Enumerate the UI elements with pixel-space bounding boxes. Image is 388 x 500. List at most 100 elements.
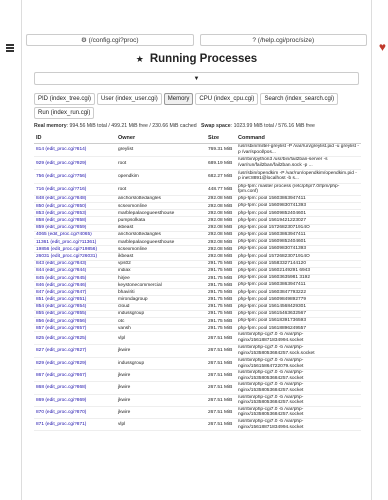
process-id-link[interactable]: 11361 (edit_proc.cgi?11361) xyxy=(34,238,116,247)
process-size: 291.75 MiB xyxy=(206,324,236,333)
tab-3[interactable]: CPU (index_cpu.cgi) xyxy=(195,93,259,105)
process-id-link[interactable]: 827 (edit_proc.cgi?827) xyxy=(34,344,116,359)
process-id-link[interactable]: 848 (edit_proc.cgi?848) xyxy=(34,195,116,204)
process-size: 292.08 MiB xyxy=(206,195,236,204)
table-row: 850 (edit_proc.cgi?850) scsexmonline 292.0… xyxy=(34,202,361,211)
process-command: php-fpm: pool 15619421223027 xyxy=(236,216,361,225)
process-id-link[interactable]: 851 (edit_proc.cgi?851) xyxy=(34,295,116,304)
process-size: 292.08 MiB xyxy=(206,231,236,239)
column-header-command[interactable]: Command xyxy=(236,133,361,144)
filter-icon: ▼ xyxy=(193,75,200,82)
process-id-link[interactable]: 845 (edit_proc.cgi?845) xyxy=(34,274,116,283)
process-size: 267.51 MiB xyxy=(206,406,236,419)
process-id-link[interactable]: 855 (edit_proc.cgi?855) xyxy=(34,310,116,319)
process-owner: ikbeast xyxy=(116,224,206,232)
process-owner: keystonecommercial xyxy=(116,281,206,290)
process-command: /usr/bin/php-cgi7.0 -b /var/php-nginx/15… xyxy=(236,331,361,345)
process-owner: ikbeast xyxy=(116,252,206,261)
process-size: 291.75 MiB xyxy=(206,260,236,268)
table-row: 870 (edit_proc.cgi?870) jkwire 267.51 MiB /… xyxy=(34,406,361,419)
process-id-link[interactable]: 929 (edit_proc.cgi?929) xyxy=(34,156,116,171)
process-id-link[interactable]: 844 (edit_proc.cgi?844) xyxy=(34,267,116,275)
process-id-link[interactable]: 869 (edit_proc.cgi?869) xyxy=(34,394,116,407)
process-id-link[interactable]: 26031 (edit_proc.cgi?26031) xyxy=(34,252,116,261)
process-command: /usr/bin/php-cgi7.0 -b /var/php-nginx/15… xyxy=(236,357,361,371)
tab-2[interactable]: Memory xyxy=(163,93,194,105)
table-row: 846 (edit_proc.cgi?846) keystonecommercia… xyxy=(34,281,361,290)
process-size: 291.75 MiB xyxy=(206,274,236,283)
table-row: 756 (edit_proc.cgi?756) opendkim 682.27 Mi… xyxy=(34,169,361,184)
table-row: 827 (edit_proc.cgi?827) jkwire 267.51 MiB /… xyxy=(34,344,361,359)
heart-icon[interactable]: ♥ xyxy=(379,40,386,54)
view-tabs: PID (index_tree.cgi) User (index_user.cgi… xyxy=(34,93,359,119)
process-id-link[interactable]: 853 (edit_proc.cgi?853) xyxy=(34,209,116,218)
swap-space-value: 1023.99 MiB total / 576.16 MiB free xyxy=(233,123,315,129)
process-owner: anchorslottedangles xyxy=(116,195,206,204)
table-row: 854 (edit_proc.cgi?854) cloud 291.75 MiB ph… xyxy=(34,303,361,311)
process-id-link[interactable]: 856 (edit_proc.cgi?856) xyxy=(34,317,116,326)
tab-4[interactable]: Search (index_search.cgi) xyxy=(260,93,339,105)
config-button[interactable]: ⚙ (/config.cgi?proc) xyxy=(26,34,194,46)
table-row: 853 (edit_proc.cgi?853) marblepalaceguees… xyxy=(34,209,361,218)
process-owner: indussgroup xyxy=(116,310,206,319)
process-owner: jkwire xyxy=(116,394,206,407)
process-command: /usr/sbin/milter-greylist -P /var/run/gr… xyxy=(236,143,361,157)
process-id-link[interactable]: 857 (edit_proc.cgi?857) xyxy=(34,324,116,333)
tab-0[interactable]: PID (index_tree.cgi) xyxy=(34,93,96,105)
process-id-link[interactable]: 867 (edit_proc.cgi?867) xyxy=(34,369,116,383)
table-row: 871 (edit_proc.cgi?871) vlpl 267.51 MiB/us… xyxy=(34,418,361,432)
process-command: php-fpm: pool 15609852404601 xyxy=(236,209,361,218)
table-row: 851 (edit_proc.cgi?851) mirondagroup 291.7… xyxy=(34,295,361,304)
column-header-size[interactable]: Size xyxy=(206,133,236,144)
process-id-link[interactable]: 19856 (edit_proc.cgi?19856) xyxy=(34,245,116,254)
process-owner: vlpl xyxy=(116,418,206,432)
filter-toggle-button[interactable]: ▼ xyxy=(34,72,359,85)
process-id-link[interactable]: 858 (edit_proc.cgi?858) xyxy=(34,216,116,225)
process-size: 291.75 MiB xyxy=(206,281,236,290)
column-header-owner[interactable]: Owner xyxy=(116,133,206,144)
process-command: php-fpm: pool 15615463632567 xyxy=(236,310,361,319)
process-id-link[interactable]: 847 (edit_proc.cgi?847) xyxy=(34,288,116,297)
main-frame: ⚙ (/config.cgi?proc) ? (/help.cgi/proc/s… xyxy=(21,0,372,500)
process-command: php-fpm: pool 15583327144120 xyxy=(236,260,361,268)
process-id-link[interactable]: 825 (edit_proc.cgi?825) xyxy=(34,331,116,345)
process-command: php-fpm: pool 15603847793222 xyxy=(236,288,361,297)
process-owner: anchorslottedangles xyxy=(116,231,206,239)
process-size: 292.08 MiB xyxy=(206,202,236,211)
table-row: 845 (edit_proc.cgi?845) hirjee 291.75 MiB p… xyxy=(34,274,361,283)
process-id-link[interactable]: 859 (edit_proc.cgi?859) xyxy=(34,224,116,232)
process-command: php-fpm: pool 15603863947411 xyxy=(236,231,361,239)
process-id-link[interactable]: 4065 (edit_proc.cgi?4065) xyxy=(34,231,116,239)
table-row: 867 (edit_proc.cgi?867) jkwire 267.51 MiB /… xyxy=(34,369,361,383)
process-id-link[interactable]: 716 (edit_proc.cgi?716) xyxy=(34,183,116,196)
process-id-link[interactable]: 829 (edit_proc.cgi?829) xyxy=(34,357,116,371)
table-row: 868 (edit_proc.cgi?868) jkwire 267.51 MiB /… xyxy=(34,381,361,395)
process-id-link[interactable]: 870 (edit_proc.cgi?870) xyxy=(34,406,116,419)
process-owner: jkwire xyxy=(116,344,206,359)
table-row: 859 (edit_proc.cgi?859) ikbeast 292.08 MiB… xyxy=(34,224,361,232)
sidebar-toggle-icon[interactable] xyxy=(6,44,14,52)
process-id-link[interactable]: 756 (edit_proc.cgi?756) xyxy=(34,169,116,184)
process-id-link[interactable]: 850 (edit_proc.cgi?850) xyxy=(34,202,116,211)
process-owner: jkwire xyxy=(116,369,206,383)
process-size: 292.08 MiB xyxy=(206,224,236,232)
process-id-link[interactable]: 846 (edit_proc.cgi?846) xyxy=(34,281,116,290)
process-command: /usr/bin/php-cgi7.0 -b /var/php-nginx/15… xyxy=(236,344,361,359)
process-owner: vansh xyxy=(116,324,206,333)
puzzle-icon: ★ xyxy=(135,53,144,64)
process-id-link[interactable]: 871 (edit_proc.cgi?871) xyxy=(34,418,116,432)
process-command: php-fpm: pool 15609830741393 xyxy=(236,245,361,254)
process-id-link[interactable]: 868 (edit_proc.cgi?868) xyxy=(34,381,116,395)
help-button[interactable]: ? (/help.cgi/proc/size) xyxy=(199,34,367,46)
process-id-link[interactable]: 854 (edit_proc.cgi?854) xyxy=(34,303,116,311)
table-row: 4065 (edit_proc.cgi?4065) anchorslottedan… xyxy=(34,231,361,239)
column-header-id[interactable]: ID xyxy=(34,133,116,144)
process-owner: vps02 xyxy=(116,260,206,268)
process-size: 267.51 MiB xyxy=(206,357,236,371)
process-id-link[interactable]: 814 (edit_proc.cgi?814) xyxy=(34,143,116,157)
tab-5[interactable]: Run (index_run.cgi) xyxy=(34,107,95,119)
process-size: 292.08 MiB xyxy=(206,245,236,254)
process-id-link[interactable]: 843 (edit_proc.cgi?843) xyxy=(34,260,116,268)
real-memory-value: 994.56 MiB total / 499.21 MiB free / 230… xyxy=(69,123,197,129)
tab-1[interactable]: User (index_user.cgi) xyxy=(97,93,162,105)
